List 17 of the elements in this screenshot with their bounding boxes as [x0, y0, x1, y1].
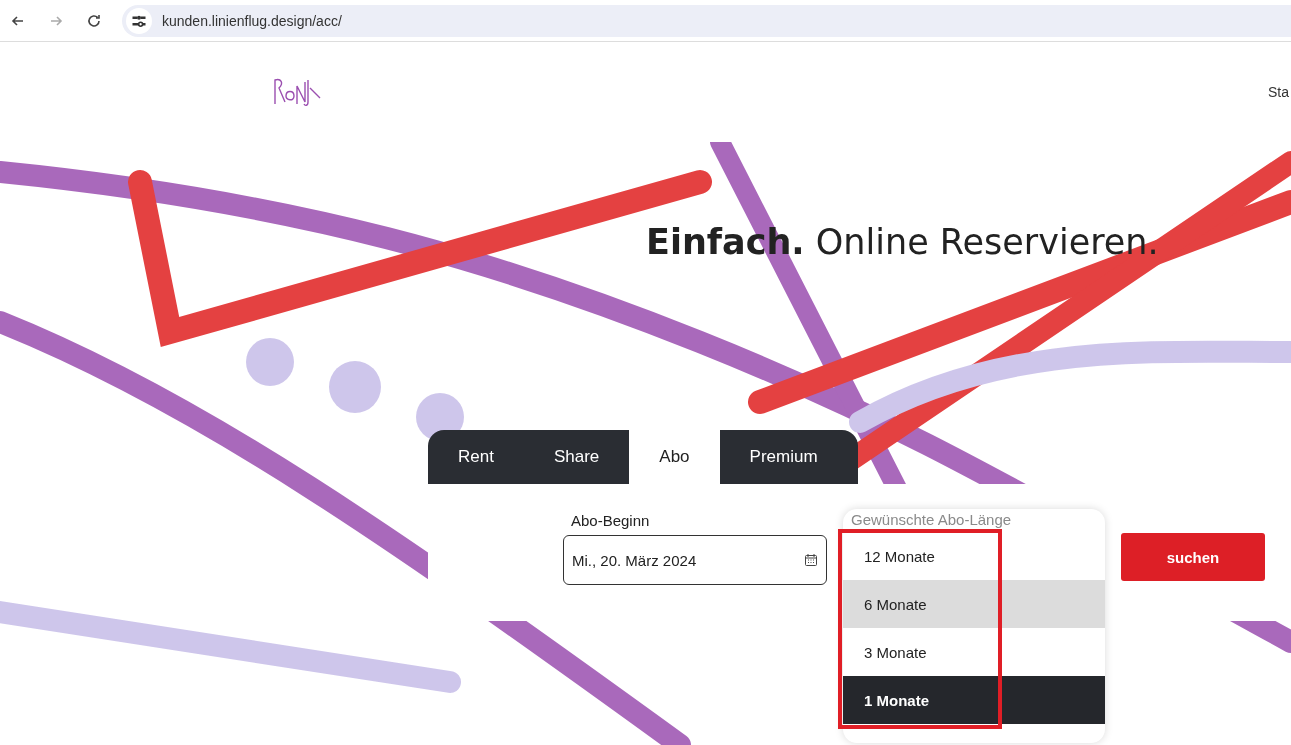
field-label: Gewünschte Abo-Länge: [850, 511, 1013, 528]
site-settings-icon[interactable]: [126, 7, 152, 34]
dropdown-option[interactable]: 6 Monate: [843, 580, 1105, 628]
dropdown-option[interactable]: 1 Monate: [843, 676, 1105, 724]
tab[interactable]: Premium: [719, 430, 848, 484]
search-button[interactable]: suchen: [1121, 533, 1265, 581]
dropdown-option[interactable]: 3 Monate: [843, 628, 1105, 676]
dropdown-option[interactable]: 12 Monate: [843, 532, 1105, 580]
date-field[interactable]: Mi., 20. März 2024: [563, 535, 827, 585]
nav-link[interactable]: Sta: [1268, 84, 1289, 100]
tab[interactable]: Share: [523, 430, 630, 484]
address-bar[interactable]: kunden.linienflug.design/acc/: [122, 4, 1291, 37]
field-label: Abo-Beginn: [570, 512, 651, 529]
tab[interactable]: Rent: [428, 430, 524, 484]
tab[interactable]: Abo: [629, 430, 720, 484]
calendar-icon[interactable]: [804, 553, 818, 567]
reload-icon[interactable]: [86, 12, 102, 29]
